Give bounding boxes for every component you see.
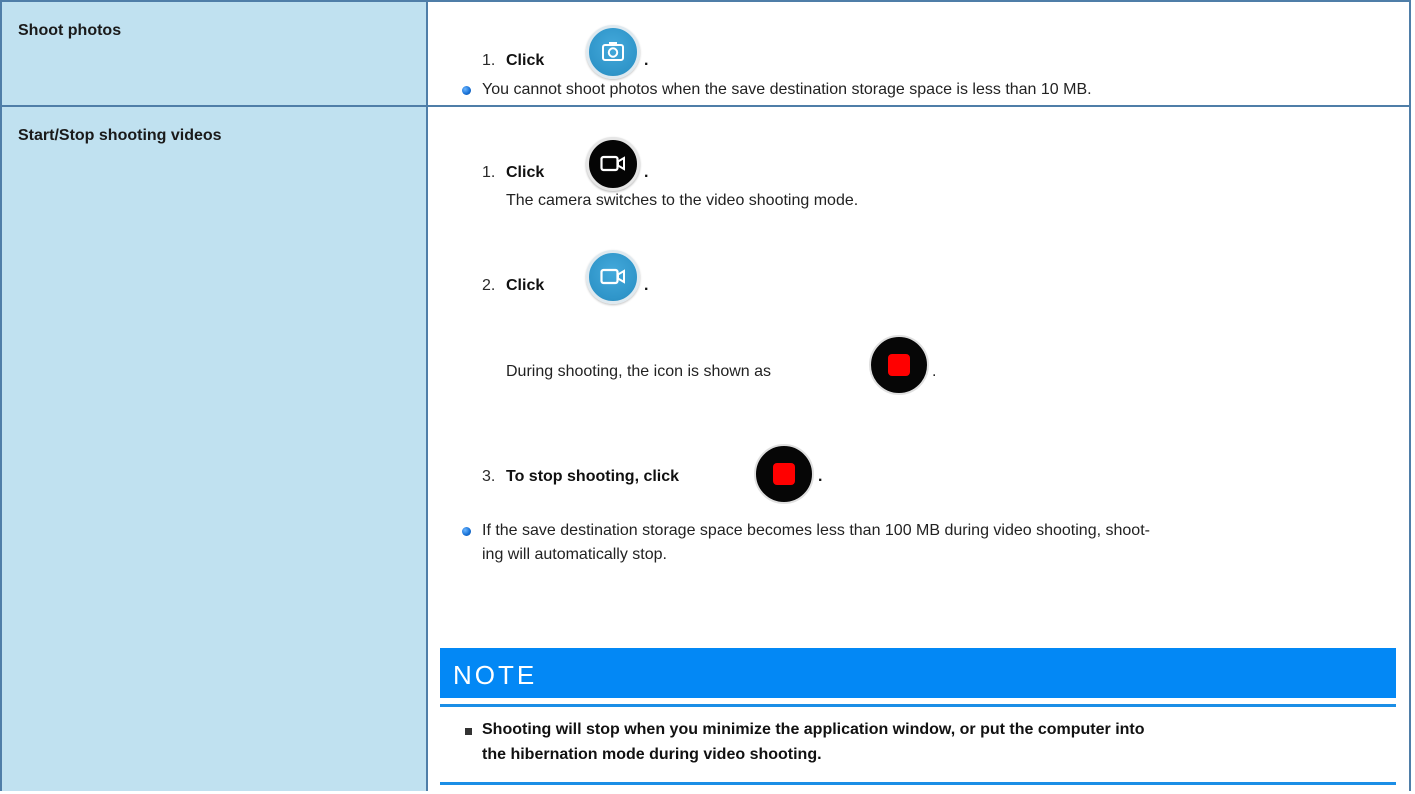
step-detail: The camera switches to the video shootin… [506, 192, 859, 209]
bullet-icon [462, 527, 471, 536]
step-text: Click [506, 164, 545, 181]
bullet-text: If the save destination storage space be… [482, 522, 1150, 539]
row-label: Start/Stop shooting videos [18, 127, 222, 144]
step-text: Click [506, 277, 545, 294]
stop-square [773, 463, 795, 485]
note-divider [440, 782, 1396, 785]
step-suffix: . [644, 164, 649, 181]
bullet-text-continued: ing will automatically stop. [482, 546, 667, 563]
bullet-text: You cannot shoot photos when the save de… [482, 81, 1092, 98]
step-suffix: . [644, 52, 649, 69]
step-number: 2. [482, 277, 496, 294]
note-header: NOTE [440, 648, 1396, 698]
video-camera-icon[interactable] [586, 137, 640, 191]
row-label-cell: Shoot photos [0, 0, 428, 107]
stop-recording-icon [869, 335, 929, 395]
note-title: NOTE [453, 660, 538, 690]
row-label-cell: Start/Stop shooting videos [0, 105, 428, 791]
square-bullet-icon [465, 728, 472, 735]
step-text: To stop shooting, click [506, 468, 680, 485]
stop-square [888, 354, 910, 376]
bullet-icon [462, 86, 471, 95]
row-label: Shoot photos [18, 22, 122, 39]
step-number: 1. [482, 164, 496, 181]
video-camera-icon[interactable] [586, 250, 640, 304]
step-suffix: . [818, 468, 823, 485]
step-text: Click [506, 52, 545, 69]
note-divider [440, 704, 1396, 707]
step-number: 1. [482, 52, 496, 69]
note-text-continued: the hibernation mode during video shooti… [482, 746, 822, 763]
step-detail: During shooting, the icon is shown as [506, 363, 772, 380]
stop-recording-icon[interactable] [754, 444, 814, 504]
step-number: 3. [482, 468, 496, 485]
note-text: Shooting will stop when you minimize the… [482, 721, 1145, 738]
step-detail-suffix: . [932, 363, 937, 380]
camera-icon[interactable] [586, 25, 640, 79]
step-suffix: . [644, 277, 649, 294]
